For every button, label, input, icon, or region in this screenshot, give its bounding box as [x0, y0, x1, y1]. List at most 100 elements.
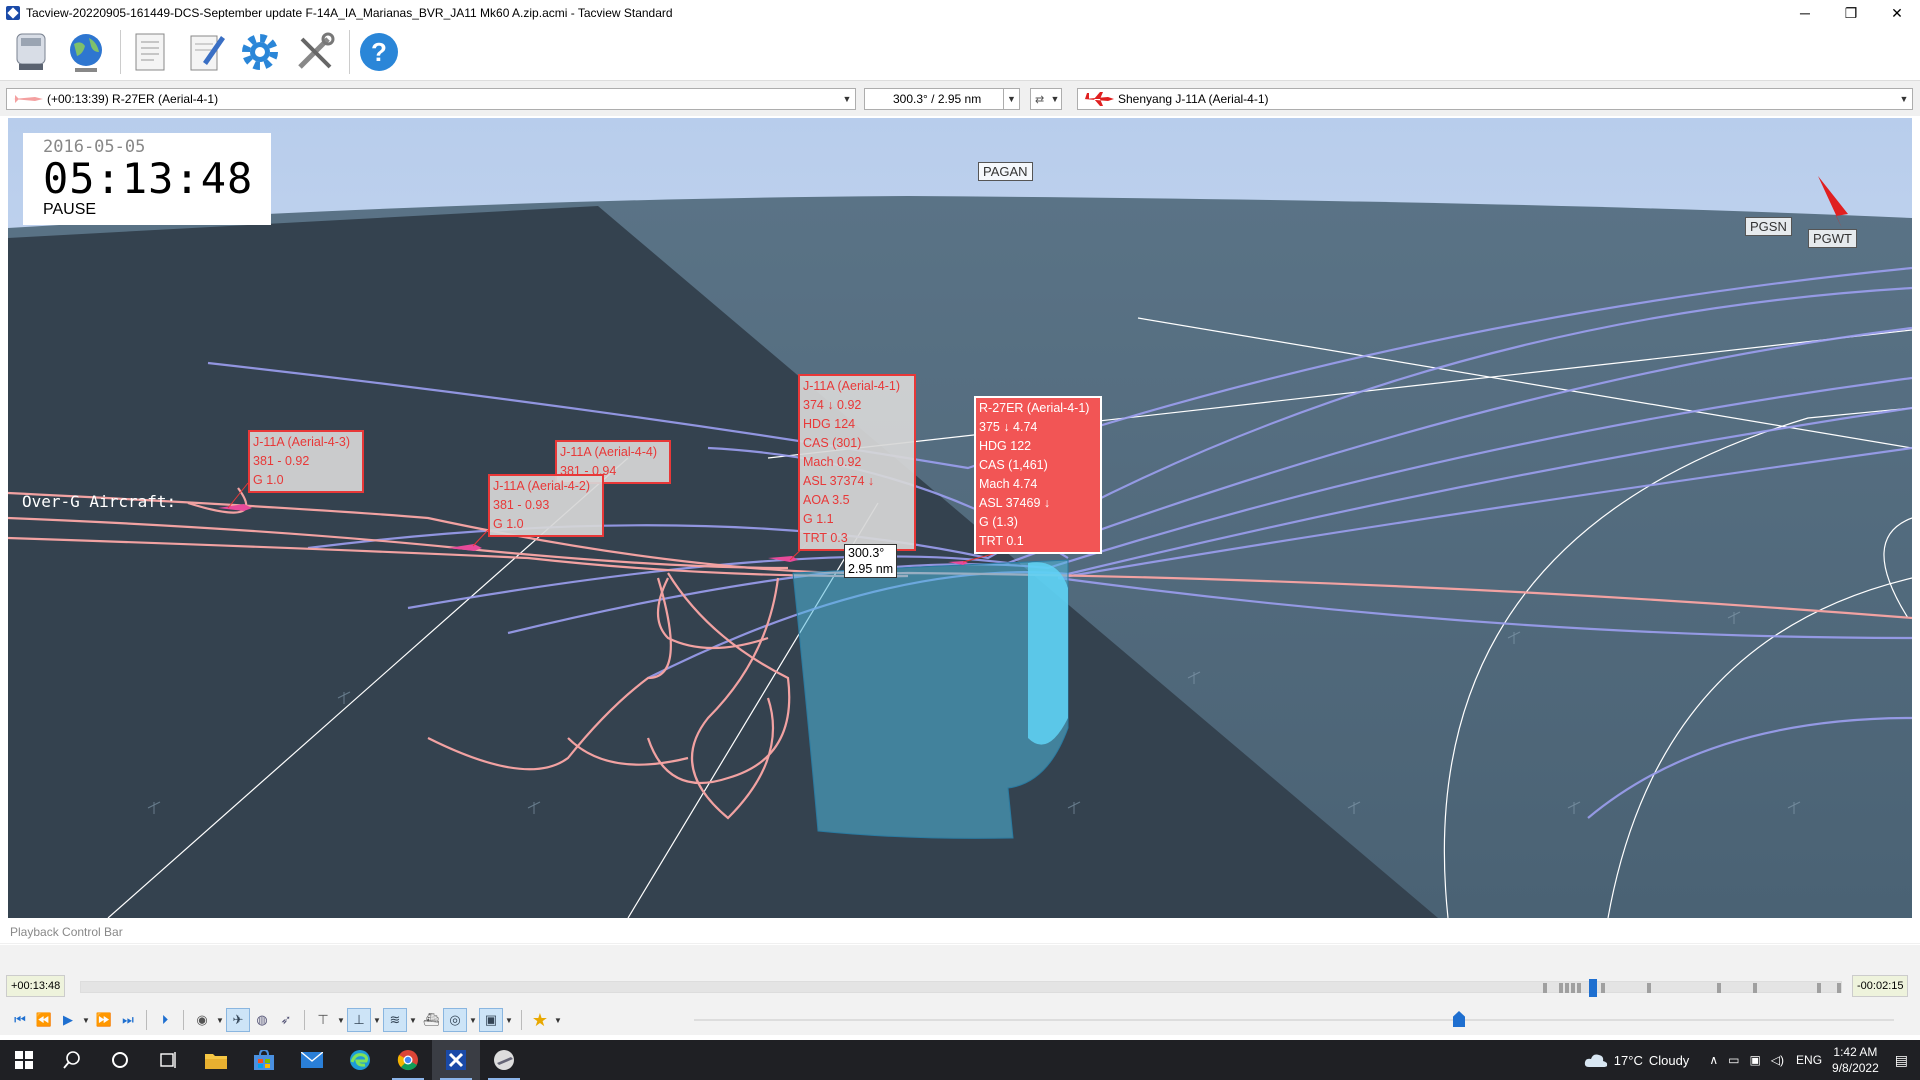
store-icon — [254, 1050, 274, 1070]
usb-icon[interactable]: ▭ — [1728, 1053, 1739, 1067]
bookmarks-dropdown[interactable]: ▼ — [552, 1008, 564, 1032]
swap-objects-button[interactable]: ⇄ ▼ — [1030, 88, 1062, 110]
skip-to-end-button[interactable]: ⏭ — [116, 1008, 140, 1032]
playback-control-bar: +00:13:48 -00:02:15 ⏮ ⏪ ▶ ▼ ⏩ ⏭ ⏵ ◉ ▼ ✈ … — [0, 945, 1920, 1035]
ground-lines-dropdown[interactable]: ▼ — [371, 1008, 383, 1032]
threat-circles-button[interactable]: ◎ — [443, 1008, 467, 1032]
frame-icon: ▣ — [484, 1012, 498, 1027]
aircraft-label-aerial-4-2[interactable]: J-11A (Aerial-4-2) 381 - 0.93 G 1.0 — [488, 474, 604, 537]
label-line: ASL 37374 ↓ — [803, 474, 875, 488]
settings-button[interactable] — [235, 28, 285, 76]
camera-icon: ◉ — [196, 1012, 208, 1027]
cortana-button[interactable] — [96, 1040, 144, 1080]
aircraft-view-button[interactable]: ✈ — [226, 1008, 250, 1032]
taskbar-clock[interactable]: 1:42 AM 9/8/2022 — [1832, 1044, 1879, 1076]
display-options-button[interactable]: ▣ — [479, 1008, 503, 1032]
task-view-button[interactable] — [144, 1040, 192, 1080]
3d-viewport[interactable]: 2016-05-05 05:13:48 PAUSE PAGAN PGSN PGW… — [8, 118, 1912, 918]
label-line: G 1.0 — [493, 517, 524, 531]
label-line: J-11A (Aerial-4-1) — [803, 379, 901, 393]
search-button[interactable] — [48, 1040, 96, 1080]
play-button[interactable]: ▶ — [56, 1008, 80, 1032]
notifications-icon[interactable]: ▤ — [1895, 1052, 1908, 1069]
trails-button[interactable]: ≋ — [383, 1008, 407, 1032]
tacview-taskbar-button[interactable] — [432, 1040, 480, 1080]
windows-icon — [15, 1051, 33, 1069]
volume-icon[interactable]: ◁) — [1771, 1053, 1784, 1067]
label-line: Mach 0.92 — [803, 455, 862, 469]
ground-lines-button[interactable]: ⊥ — [347, 1008, 371, 1032]
missile-label-r27er[interactable]: R-27ER (Aerial-4-1) 375 ↓ 4.74 HDG 122 C… — [974, 396, 1102, 554]
chevron-down-icon: ▼ — [373, 1015, 381, 1025]
primary-object-select[interactable]: (+00:13:39) R-27ER (Aerial-4-1) ▼ — [6, 88, 856, 110]
weapon-view-button[interactable]: ➶ — [274, 1008, 298, 1032]
maximize-button[interactable]: ❐ — [1828, 0, 1874, 26]
dcs-taskbar-button[interactable] — [480, 1040, 528, 1080]
bearing-value: 300.3° — [848, 546, 885, 560]
camera-mode-dropdown[interactable]: ▼ — [214, 1008, 226, 1032]
chrome-button[interactable] — [384, 1040, 432, 1080]
event-marker — [1565, 983, 1569, 993]
aircraft-label-aerial-4-3[interactable]: J-11A (Aerial-4-3) 381 - 0.92 G 1.0 — [248, 430, 364, 493]
bookmarks-button[interactable]: ★ — [528, 1008, 552, 1032]
display-options-dropdown[interactable]: ▼ — [503, 1008, 515, 1032]
weather-condition[interactable]: Cloudy — [1649, 1053, 1689, 1068]
label-line: J-11A (Aerial-4-3) — [253, 435, 351, 449]
chevron-down-icon: ▼ — [216, 1015, 224, 1025]
global-view-button[interactable]: ◍ — [250, 1008, 274, 1032]
bearing-range-label: 300.3° / 2.95 nm — [893, 92, 982, 106]
aircraft-label-aerial-4-1[interactable]: J-11A (Aerial-4-1) 374 ↓ 0.92 HDG 124 CA… — [798, 374, 916, 551]
label-line: CAS (301) — [803, 436, 862, 450]
labels-dropdown[interactable]: ▼ — [335, 1008, 347, 1032]
label-line: G 1.1 — [803, 512, 834, 526]
trails-dropdown[interactable]: ▼ — [407, 1008, 419, 1032]
minimize-button[interactable]: ─ — [1782, 0, 1828, 26]
title-bar: Tacview-20220905-161449-DCS-September up… — [0, 0, 1920, 26]
file-explorer-button[interactable] — [192, 1040, 240, 1080]
tools-button[interactable] — [290, 28, 340, 76]
start-button[interactable] — [0, 1040, 48, 1080]
rewind-icon: ⏪ — [35, 1012, 53, 1027]
chevron-down-icon: ▼ — [505, 1015, 513, 1025]
fast-forward-button[interactable]: ⏩ — [92, 1008, 116, 1032]
trail-icon: ≋ — [389, 1012, 401, 1027]
labels-button[interactable]: ⊤ — [311, 1008, 335, 1032]
chevron-down-icon: ▼ — [1003, 89, 1019, 109]
rewind-button[interactable]: ⏪ — [32, 1008, 56, 1032]
camera-mode-button[interactable]: ◉ — [190, 1008, 214, 1032]
mail-button[interactable] — [288, 1040, 336, 1080]
store-button[interactable] — [240, 1040, 288, 1080]
event-marker — [1577, 983, 1581, 993]
playback-speed-thumb[interactable] — [1453, 1011, 1465, 1027]
tools-icon — [298, 32, 335, 69]
flight-log-button[interactable] — [125, 28, 175, 76]
elapsed-time: +00:13:48 — [6, 975, 66, 997]
recorder-button[interactable] — [6, 28, 56, 76]
bearing-range-select[interactable]: 300.3° / 2.95 nm ▼ — [864, 88, 1020, 110]
play-icon: ▶ — [63, 1012, 73, 1027]
ships-button[interactable]: ⛴ — [419, 1008, 443, 1032]
edge-button[interactable] — [336, 1040, 384, 1080]
secondary-object-select[interactable]: Shenyang J-11A (Aerial-4-1) ▼ — [1077, 88, 1913, 110]
close-button[interactable]: ✕ — [1874, 0, 1920, 26]
online-button[interactable] — [61, 28, 111, 76]
bearing-range-label: 300.3° 2.95 nm — [844, 544, 898, 578]
notes-button[interactable] — [180, 28, 230, 76]
playback-speed-slider[interactable] — [694, 1019, 1894, 1021]
label-line: J-11A (Aerial-4-2) — [493, 479, 591, 493]
step-button[interactable]: ⏵ — [153, 1008, 177, 1032]
weather-temperature[interactable]: 17°C — [1614, 1053, 1643, 1068]
input-language[interactable]: ENG — [1796, 1053, 1822, 1067]
play-options-dropdown[interactable]: ▼ — [80, 1008, 92, 1032]
mission-clock: 2016-05-05 05:13:48 PAUSE — [23, 133, 271, 225]
skip-to-start-button[interactable]: ⏮ — [8, 1008, 32, 1032]
threat-circles-dropdown[interactable]: ▼ — [467, 1008, 479, 1032]
clock-date: 9/8/2022 — [1832, 1061, 1879, 1075]
timeline-slider[interactable] — [80, 979, 1842, 997]
network-icon[interactable]: ▣ — [1749, 1053, 1760, 1067]
timeline-thumb[interactable] — [1589, 979, 1597, 997]
range-value: 2.95 nm — [848, 562, 894, 576]
place-label-pagan: PAGAN — [978, 162, 1033, 181]
help-button[interactable]: ? — [354, 28, 404, 76]
tray-overflow-icon[interactable]: ∧ — [1709, 1053, 1718, 1067]
